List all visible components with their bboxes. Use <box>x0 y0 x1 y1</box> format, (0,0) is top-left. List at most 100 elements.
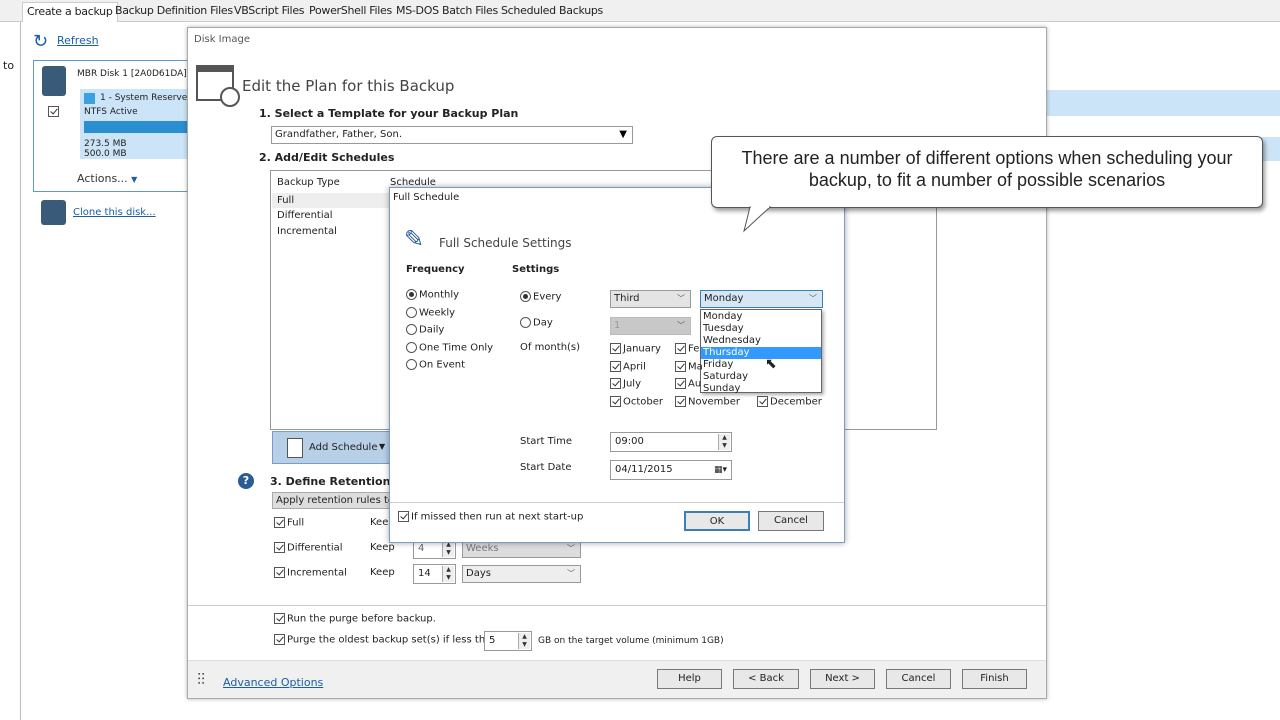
next-button[interactable]: Next > <box>810 669 875 689</box>
tab-backup-definition-files[interactable]: Backup Definition Files <box>111 2 237 22</box>
clone-disk-link[interactable]: Clone this disk... <box>73 207 156 218</box>
spinner-arrows-icon[interactable]: ▲ ▼ <box>718 434 730 450</box>
partition-fs: NTFS Active <box>84 107 138 117</box>
dropdown-option[interactable]: Friday <box>701 359 821 371</box>
cancel-button[interactable]: Cancel <box>886 669 951 689</box>
list-item[interactable]: Differential <box>277 210 333 221</box>
spinner-arrows-icon[interactable]: ▲ ▼ <box>442 541 454 557</box>
month-may[interactable]: Ma <box>675 361 703 373</box>
tab-create-backup[interactable]: Create a backup <box>22 2 118 22</box>
add-schedule-button[interactable]: Add Schedule ▼ <box>272 431 390 464</box>
month-february[interactable]: Fe <box>675 343 699 355</box>
incremental-unit-select[interactable]: Days ﹀ <box>462 565 581 583</box>
spinner-arrows-icon[interactable]: ▲ ▼ <box>442 566 454 582</box>
back-button[interactable]: < Back <box>733 669 799 689</box>
help-icon[interactable]: ? <box>238 473 254 489</box>
retention-incremental[interactable]: Incremental <box>274 567 347 579</box>
partition-checkbox[interactable] <box>48 106 61 118</box>
retention-label: Differential <box>287 542 343 554</box>
dropdown-option[interactable]: Monday <box>701 311 821 323</box>
template-select[interactable]: Grandfather, Father, Son. ▼ <box>271 126 633 144</box>
month-label: December <box>770 396 822 408</box>
column-backup-type: Backup Type <box>277 177 340 188</box>
frequency-on-event[interactable]: On Event <box>406 359 465 371</box>
tab-bar: Create a backup Backup Definition Files … <box>0 0 1280 22</box>
ordinal-select[interactable]: Third ﹀ <box>610 290 691 308</box>
partition-block[interactable]: 1 - System Reserved NTFS Active 273.5 MB… <box>80 89 194 159</box>
apply-retention-select[interactable]: Apply retention rules to m <box>272 492 392 509</box>
step2-label: 2. Add/Edit Schedules <box>259 151 395 164</box>
calendar-dropdown-icon[interactable]: ▦▾ <box>714 461 727 479</box>
incremental-keep-spinner[interactable]: 14 ▲ ▼ <box>413 564 456 584</box>
spinner-arrows-icon[interactable]: ▲ ▼ <box>518 633 530 649</box>
actions-menu[interactable]: Actions... ▼ <box>77 172 137 185</box>
callout-tail <box>743 206 772 233</box>
finish-button[interactable]: Finish <box>962 669 1027 689</box>
frequency-weekly[interactable]: Weekly <box>406 307 455 319</box>
month-label: November <box>688 396 741 408</box>
partition-name: 1 - System Reserved <box>100 93 194 103</box>
frequency-monthly[interactable]: Monthly <box>406 289 459 301</box>
month-august[interactable]: Au <box>675 378 701 390</box>
dialog-title: Disk Image <box>194 34 250 45</box>
advanced-options-link[interactable]: Advanced Options <box>223 676 323 689</box>
retention-label: Incremental <box>287 567 347 579</box>
weekday-dropdown-list[interactable]: Monday Tuesday Wednesday Thursday Friday… <box>700 309 822 395</box>
dropdown-option[interactable]: Saturday <box>701 371 821 383</box>
chevron-down-icon: ﹀ <box>677 294 685 303</box>
spinner-value: 14 <box>418 568 431 579</box>
spinner-value: 5 <box>489 635 496 646</box>
retention-differential[interactable]: Differential <box>274 542 343 554</box>
month-label: Ma <box>688 361 703 373</box>
frequency-one-time[interactable]: One Time Only <box>406 342 493 354</box>
list-item[interactable]: Full <box>277 195 294 206</box>
every-radio[interactable]: Every <box>520 291 561 303</box>
month-label: July <box>623 378 641 390</box>
weekday-select[interactable]: Monday ﹀ <box>700 290 823 308</box>
clone-disk-icon <box>41 200 66 225</box>
purge-gb-spinner[interactable]: 5 ▲ ▼ <box>484 631 532 651</box>
refresh-icon[interactable]: ↻ <box>33 31 48 52</box>
select-value: 1 <box>614 320 621 331</box>
tab-vbscript-files[interactable]: VBScript Files <box>230 2 308 22</box>
purge-suffix: GB on the target volume (minimum 1GB) <box>538 636 724 646</box>
dropdown-option[interactable]: Sunday <box>701 383 821 395</box>
usage-bar <box>84 121 194 133</box>
dropdown-option-highlighted[interactable]: Thursday <box>701 347 821 359</box>
help-button[interactable]: Help <box>657 669 722 689</box>
selected-row[interactable] <box>1047 90 1280 116</box>
start-time-input[interactable]: 09:00 ▲ ▼ <box>610 432 732 452</box>
day-radio[interactable]: Day <box>520 317 553 329</box>
month-july[interactable]: July <box>610 378 641 390</box>
month-january[interactable]: January <box>610 343 661 355</box>
month-october[interactable]: October <box>610 396 663 408</box>
missed-run-checkbox[interactable]: If missed then run at next start-up <box>398 511 583 523</box>
purge-oldest-checkbox[interactable]: Purge the oldest backup set(s) if less t… <box>274 634 498 646</box>
tab-powershell-files[interactable]: PowerShell Files <box>305 2 396 22</box>
month-november[interactable]: November <box>675 396 740 408</box>
schedule-cancel-button[interactable]: Cancel <box>758 511 824 531</box>
retention-full[interactable]: Full <box>274 517 304 529</box>
tutorial-callout: There are a number of different options … <box>711 136 1263 208</box>
ok-button[interactable]: OK <box>684 511 750 531</box>
day-select: 1 ﹀ <box>610 317 691 335</box>
list-item[interactable]: Incremental <box>277 226 337 237</box>
keep-label: Keep <box>370 542 395 553</box>
radio-label: Monthly <box>419 289 460 301</box>
purge-before-checkbox[interactable]: Run the purge before backup. <box>274 613 436 625</box>
schedule-dialog-title: Full Schedule <box>393 192 460 203</box>
tab-scheduled-backups[interactable]: Scheduled Backups <box>497 2 607 22</box>
radio-label: On Event <box>419 359 466 371</box>
month-december[interactable]: December <box>757 396 822 408</box>
tab-msdos-batch-files[interactable]: MS-DOS Batch Files <box>392 2 502 22</box>
refresh-link[interactable]: Refresh <box>57 34 99 47</box>
dropdown-option[interactable]: Wednesday <box>701 335 821 347</box>
divider <box>188 605 1046 606</box>
dropdown-option[interactable]: Tuesday <box>701 323 821 335</box>
month-april[interactable]: April <box>610 361 646 373</box>
radio-label: Weekly <box>419 307 456 319</box>
frequency-label: Frequency <box>406 264 465 275</box>
start-date-input[interactable]: 04/11/2015 ▦▾ <box>610 460 732 480</box>
actions-label: Actions... <box>77 172 128 185</box>
frequency-daily[interactable]: Daily <box>406 324 444 336</box>
